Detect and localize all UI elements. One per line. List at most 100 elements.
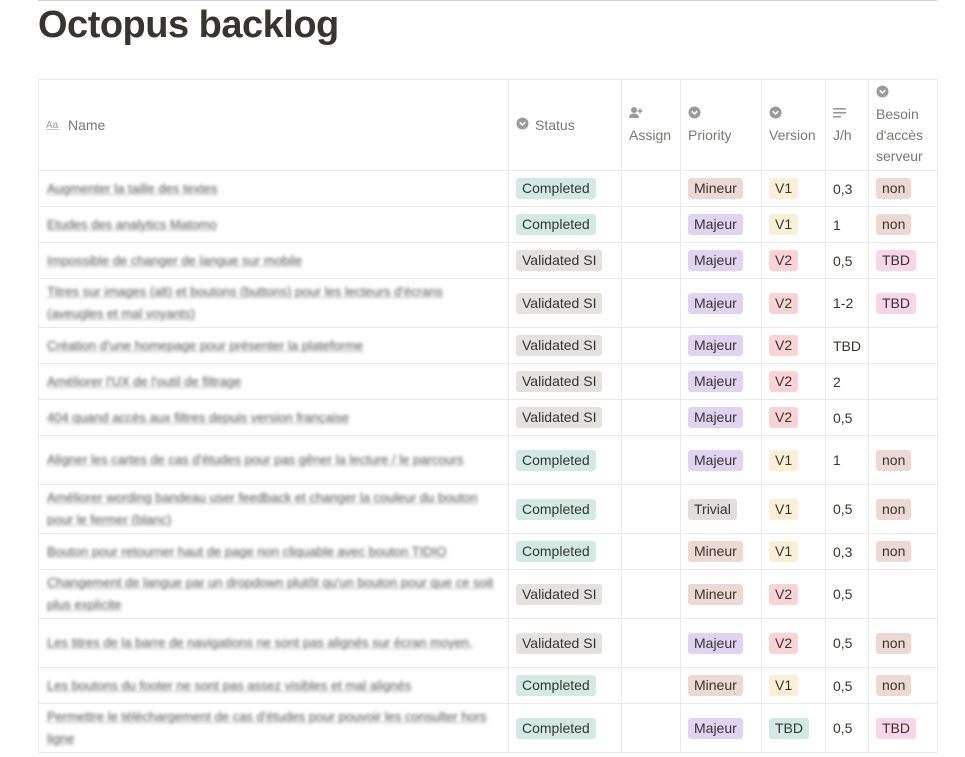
table-row[interactable]: Titres sur images (alt) et boutons (butt… [38, 278, 938, 328]
cell-jh[interactable]: 0,5 [825, 618, 869, 668]
cell-name[interactable]: Changement de langue par un dropdown plu… [38, 569, 509, 619]
server-access-tag[interactable]: non [876, 541, 912, 562]
version-tag[interactable]: V1 [769, 214, 799, 235]
cell-server-access[interactable]: non [868, 206, 938, 243]
cell-priority[interactable]: Majeur [680, 278, 762, 328]
cell-priority[interactable]: Majeur [680, 399, 762, 436]
cell-server-access[interactable]: TBD [868, 703, 938, 753]
priority-tag[interactable]: Majeur [688, 632, 743, 654]
cell-jh[interactable]: 0,3 [825, 170, 869, 207]
version-tag[interactable]: V2 [769, 292, 799, 314]
server-access-tag[interactable]: TBD [876, 250, 916, 271]
row-title-link[interactable]: Bouton pour retourner haut de page non c… [47, 541, 501, 563]
cell-name[interactable]: Bouton pour retourner haut de page non c… [38, 533, 509, 570]
version-tag[interactable]: V2 [769, 250, 799, 271]
cell-jh[interactable]: TBD [825, 327, 869, 364]
cell-priority[interactable]: Majeur [680, 327, 762, 364]
cell-assign[interactable] [621, 170, 681, 207]
server-access-tag[interactable]: TBD [876, 717, 916, 739]
cell-server-access[interactable]: non [868, 618, 938, 668]
version-tag[interactable]: V2 [769, 583, 799, 605]
cell-name[interactable]: Améliorer l'UX de l'outil de filtrage [38, 363, 509, 400]
status-tag[interactable]: Completed [516, 541, 596, 562]
cell-status[interactable]: Completed [508, 206, 622, 243]
status-tag[interactable]: Completed [516, 498, 596, 520]
cell-name[interactable]: 404 quand accès aux filtres depuis versi… [38, 399, 509, 436]
cell-jh[interactable]: 0,5 [825, 242, 869, 279]
status-tag[interactable]: Validated SI [516, 407, 603, 428]
server-access-tag[interactable]: non [876, 675, 912, 696]
row-title-link[interactable]: Améliorer l'UX de l'outil de filtrage [47, 371, 501, 393]
cell-name[interactable]: Les titres de la barre de navigations ne… [38, 618, 509, 668]
priority-tag[interactable]: Mineur [688, 541, 743, 562]
cell-name[interactable]: Titres sur images (alt) et boutons (butt… [38, 278, 509, 328]
table-row[interactable]: Changement de langue par un dropdown plu… [38, 569, 938, 619]
version-tag[interactable]: V1 [769, 675, 799, 696]
priority-tag[interactable]: Majeur [688, 717, 743, 739]
cell-jh[interactable]: 2 [825, 363, 869, 400]
cell-jh[interactable]: 0,5 [825, 569, 869, 619]
cell-jh[interactable]: 0,5 [825, 703, 869, 753]
priority-tag[interactable]: Majeur [688, 214, 743, 235]
cell-priority[interactable]: Majeur [680, 242, 762, 279]
cell-assign[interactable] [621, 484, 681, 534]
table-row[interactable]: Création d'une homepage pour présenter l… [38, 327, 938, 364]
cell-jh[interactable]: 0,5 [825, 399, 869, 436]
cell-status[interactable]: Completed [508, 484, 622, 534]
cell-priority[interactable]: Majeur [680, 618, 762, 668]
cell-server-access[interactable] [868, 569, 938, 619]
row-title-link[interactable]: Aligner les cartes de cas d'études pour … [47, 449, 501, 471]
version-tag[interactable]: V1 [769, 449, 799, 471]
table-row[interactable]: Augmenter la taille des textes Completed M… [38, 170, 938, 207]
status-tag[interactable]: Completed [516, 449, 596, 471]
cell-server-access[interactable]: TBD [868, 278, 938, 328]
table-row[interactable]: Améliorer l'UX de l'outil de filtrage Val… [38, 363, 938, 400]
server-access-tag[interactable]: non [876, 214, 912, 235]
status-tag[interactable]: Validated SI [516, 583, 603, 605]
cell-name[interactable]: Permettre le téléchargement de cas d'étu… [38, 703, 509, 753]
cell-version[interactable]: V1 [761, 667, 826, 704]
cell-status[interactable]: Completed [508, 703, 622, 753]
status-tag[interactable]: Validated SI [516, 292, 603, 314]
cell-status[interactable]: Validated SI [508, 569, 622, 619]
priority-tag[interactable]: Mineur [688, 178, 743, 199]
version-tag[interactable]: V2 [769, 371, 799, 392]
cell-status[interactable]: Completed [508, 170, 622, 207]
cell-jh[interactable]: 1-2 [825, 278, 869, 328]
row-title-link[interactable]: Améliorer wording bandeau user feedback … [47, 487, 501, 531]
cell-assign[interactable] [621, 667, 681, 704]
version-tag[interactable]: V1 [769, 541, 799, 562]
status-tag[interactable]: Completed [516, 178, 596, 199]
priority-tag[interactable]: Majeur [688, 335, 743, 356]
version-tag[interactable]: TBD [769, 717, 809, 739]
column-header-priority[interactable]: Priority [680, 79, 762, 171]
status-tag[interactable]: Validated SI [516, 250, 603, 271]
cell-version[interactable]: V2 [761, 618, 826, 668]
cell-jh[interactable]: 0,3 [825, 533, 869, 570]
cell-priority[interactable]: Majeur [680, 363, 762, 400]
table-row[interactable]: Les boutons du footer ne sont pas assez … [38, 667, 938, 704]
column-header-assign[interactable]: Assign [621, 79, 681, 171]
cell-version[interactable]: V2 [761, 399, 826, 436]
cell-status[interactable]: Completed [508, 435, 622, 485]
cell-server-access[interactable]: non [868, 170, 938, 207]
table-row[interactable]: Aligner les cartes de cas d'études pour … [38, 435, 938, 485]
cell-priority[interactable]: Majeur [680, 703, 762, 753]
cell-server-access[interactable] [868, 363, 938, 400]
cell-assign[interactable] [621, 278, 681, 328]
column-header-server-access[interactable]: Besoin d'accès serveur [868, 79, 938, 171]
cell-assign[interactable] [621, 399, 681, 436]
cell-assign[interactable] [621, 618, 681, 668]
version-tag[interactable]: V1 [769, 178, 799, 199]
column-header-jh[interactable]: J/h [825, 79, 869, 171]
cell-priority[interactable]: Majeur [680, 435, 762, 485]
cell-priority[interactable]: Mineur [680, 170, 762, 207]
cell-status[interactable]: Validated SI [508, 618, 622, 668]
cell-priority[interactable]: Mineur [680, 667, 762, 704]
cell-name[interactable]: Aligner les cartes de cas d'études pour … [38, 435, 509, 485]
cell-priority[interactable]: Trivial [680, 484, 762, 534]
cell-priority[interactable]: Majeur [680, 206, 762, 243]
cell-name[interactable]: Création d'une homepage pour présenter l… [38, 327, 509, 364]
cell-version[interactable]: V2 [761, 278, 826, 328]
cell-server-access[interactable]: TBD [868, 242, 938, 279]
